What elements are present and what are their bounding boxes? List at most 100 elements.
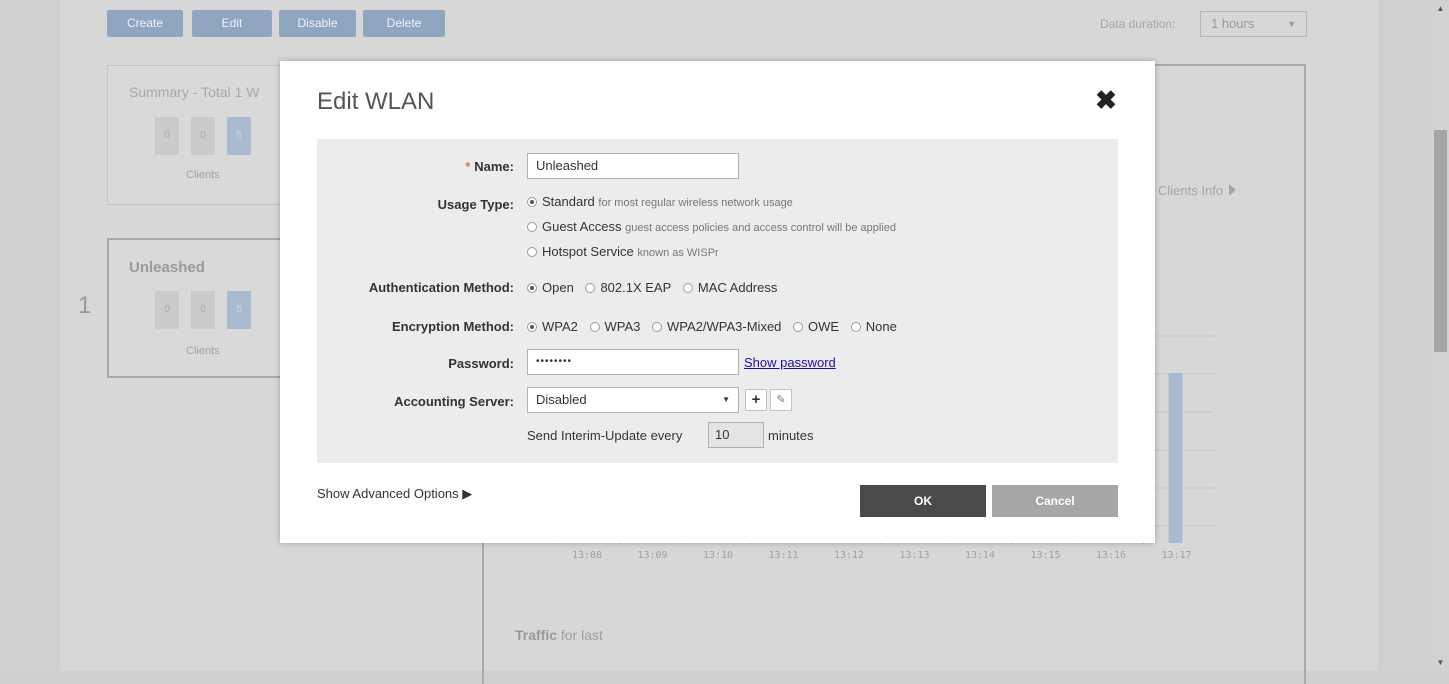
name-label-text: Name:	[474, 159, 514, 174]
radio-icon[interactable]	[589, 322, 600, 332]
x-tick-label: 13:15	[1030, 550, 1060, 561]
clients-info-link[interactable]: Clients Info	[1158, 183, 1236, 198]
usage-option-label: Guest Access	[542, 219, 622, 234]
encryption-method-label: Encryption Method:	[391, 319, 514, 334]
triangle-right-icon	[1228, 184, 1236, 196]
accounting-server-value: Disabled	[536, 392, 587, 407]
cancel-button[interactable]: Cancel	[992, 485, 1118, 517]
enc-option-none[interactable]: None	[850, 319, 897, 334]
delete-button[interactable]: Delete	[363, 10, 445, 37]
x-tick-label: 13:12	[834, 550, 864, 561]
interim-suffix: minutes	[768, 428, 814, 443]
auth-method-group: Open 802.1X EAP MAC Address	[527, 280, 785, 295]
radio-icon[interactable]	[527, 222, 537, 232]
radio-icon[interactable]	[527, 247, 537, 257]
password-label: Password:	[448, 356, 514, 371]
summary-cell: 0	[155, 117, 179, 155]
required-asterisk: *	[465, 159, 471, 174]
clients-info-label: Clients Info	[1158, 183, 1224, 198]
wlan-index: 1	[78, 292, 92, 319]
interim-minutes-input[interactable]: 10	[708, 422, 764, 448]
x-tick-label: 13:09	[637, 550, 667, 561]
x-tick-label: 13:14	[965, 550, 995, 561]
add-icon[interactable]: +	[745, 389, 767, 411]
enc-option-wpa2[interactable]: WPA2	[527, 319, 578, 334]
summary-title: Summary - Total 1 W	[129, 84, 260, 100]
usage-option-label: Hotspot Service	[542, 244, 634, 259]
x-tick-label: 13:10	[703, 550, 733, 561]
accounting-server-label: Accounting Server:	[394, 394, 514, 409]
wlan-caption: Clients	[186, 345, 220, 357]
wlan-cell: 0	[191, 291, 215, 329]
usage-option-desc: for most regular wireless network usage	[598, 197, 793, 209]
chart-bar	[1168, 373, 1183, 543]
auth-method-label: Authentication Method:	[368, 280, 514, 295]
scroll-down-arrow-icon[interactable]: ▼	[1432, 654, 1449, 671]
radio-icon[interactable]	[682, 283, 693, 293]
disable-button[interactable]: Disable	[279, 10, 356, 37]
edit-wlan-dialog: Edit WLAN ✖ * Name: Unleashed Usage Type:…	[280, 61, 1155, 543]
summary-caption: Clients	[186, 169, 220, 181]
accounting-server-select[interactable]: Disabled ▼	[527, 387, 739, 413]
enc-option-label: WPA2	[542, 319, 578, 334]
x-tick-label: 13:16	[1096, 550, 1126, 561]
enc-option-label: OWE	[808, 319, 840, 334]
usage-option-standard[interactable]: Standard for most regular wireless netwo…	[527, 194, 793, 209]
password-input[interactable]: ••••••••	[527, 349, 739, 375]
chevron-down-icon: ▼	[1287, 19, 1296, 29]
data-duration-select[interactable]: 1 hours ▼	[1200, 11, 1307, 37]
usage-option-desc: known as WISPr	[637, 247, 719, 259]
auth-option-8021x[interactable]: 802.1X EAP	[585, 280, 671, 295]
encryption-method-group: WPA2 WPA3 WPA2/WPA3-Mixed OWE None	[527, 319, 905, 334]
name-input[interactable]: Unleashed	[527, 153, 739, 179]
form-panel: * Name: Unleashed Usage Type: Standard fo…	[317, 139, 1118, 463]
edit-button[interactable]: Edit	[192, 10, 272, 37]
wlan-card-title: Unleashed	[129, 259, 205, 276]
wlan-cell: 0	[155, 291, 179, 329]
radio-icon[interactable]	[527, 283, 537, 293]
x-tick-label: 13:17	[1161, 550, 1191, 561]
x-tick-label: 13:08	[572, 550, 602, 561]
radio-icon[interactable]	[527, 197, 537, 207]
auth-option-label: MAC Address	[697, 280, 778, 295]
create-button[interactable]: Create	[107, 10, 183, 37]
dialog-title: Edit WLAN	[317, 88, 435, 115]
summary-cell: 5	[227, 117, 251, 155]
enc-option-mixed[interactable]: WPA2/WPA3-Mixed	[652, 319, 781, 334]
scrollbar[interactable]: ▲ ▼	[1432, 0, 1449, 671]
radio-icon[interactable]	[793, 322, 804, 332]
enc-option-owe[interactable]: OWE	[793, 319, 839, 334]
ok-button[interactable]: OK	[860, 485, 986, 517]
interim-prefix: Send Interim-Update every	[527, 428, 683, 443]
enc-option-wpa3[interactable]: WPA3	[589, 319, 641, 334]
radio-icon[interactable]	[652, 322, 663, 332]
summary-cell: 0	[191, 117, 215, 155]
x-tick-label: 13:13	[899, 550, 929, 561]
usage-option-guest[interactable]: Guest Access guest access policies and a…	[527, 219, 896, 234]
data-duration-value: 1 hours	[1211, 16, 1255, 31]
traffic-bold: Traffic	[515, 627, 558, 643]
name-label: * Name:	[465, 159, 514, 174]
chevron-down-icon: ▼	[722, 395, 730, 404]
radio-icon[interactable]	[527, 322, 537, 332]
usage-type-label: Usage Type:	[437, 197, 514, 212]
enc-option-label: None	[865, 319, 897, 334]
show-advanced-options-link[interactable]: Show Advanced Options ▶	[317, 486, 472, 502]
auth-option-mac[interactable]: MAC Address	[682, 280, 778, 295]
auth-option-label: Open	[542, 280, 574, 295]
usage-option-hotspot[interactable]: Hotspot Service known as WISPr	[527, 244, 719, 259]
usage-option-desc: guest access policies and access control…	[625, 222, 896, 234]
data-duration-label: Data duration:	[1100, 17, 1176, 31]
show-password-link[interactable]: Show password	[744, 355, 836, 370]
traffic-heading: Traffic for last	[515, 627, 603, 643]
radio-icon[interactable]	[585, 283, 596, 293]
traffic-rest: for last	[557, 627, 603, 643]
edit-pencil-icon[interactable]: ✎	[770, 389, 792, 411]
radio-icon[interactable]	[850, 322, 861, 332]
enc-option-label: WPA3	[604, 319, 641, 334]
close-icon[interactable]: ✖	[1094, 87, 1118, 113]
auth-option-open[interactable]: Open	[527, 280, 574, 295]
x-tick-label: 13:11	[768, 550, 798, 561]
scrollbar-thumb[interactable]	[1434, 130, 1447, 352]
scroll-up-arrow-icon[interactable]: ▲	[1432, 0, 1449, 17]
